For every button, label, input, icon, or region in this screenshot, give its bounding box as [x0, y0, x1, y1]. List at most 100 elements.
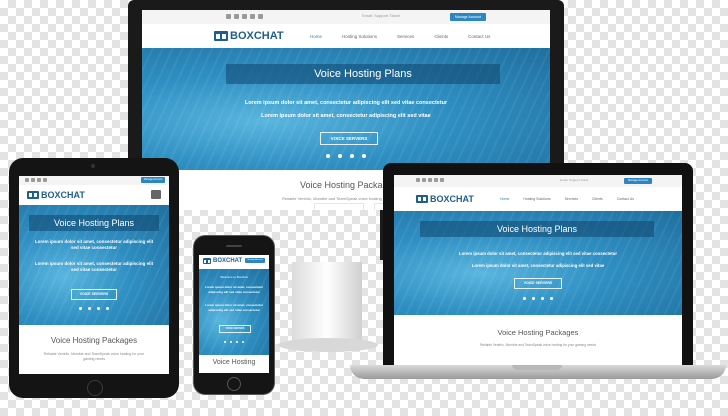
- google-plus-icon[interactable]: [422, 178, 426, 182]
- linkedin-icon[interactable]: [43, 178, 47, 182]
- phone-nav: BOXCHAT Manage Account: [199, 255, 269, 270]
- carousel-dot[interactable]: [97, 307, 100, 310]
- laptop-nav: BOXCHAT Home Hosting Solutions Services …: [394, 187, 682, 212]
- monitor-stand: [292, 262, 362, 342]
- nav-hosting-solutions[interactable]: Hosting Solutions: [342, 34, 377, 39]
- facebook-icon[interactable]: [416, 178, 420, 182]
- tablet: Manage Account BOXCHAT Voice Hosting Pla…: [9, 158, 179, 398]
- desktop-hero-line-2: Lorem ipsum dolor sit amet, consectetur …: [261, 113, 431, 119]
- laptop-voice-servers-button[interactable]: VOICE SERVERS: [514, 278, 562, 289]
- laptop-logo[interactable]: BOXCHAT: [416, 194, 474, 204]
- phone-home-button[interactable]: [227, 377, 241, 391]
- tablet-voice-servers-button[interactable]: VOICE SERVERS: [71, 289, 117, 300]
- tablet-menu-toggle-icon[interactable]: [151, 190, 161, 199]
- tablet-social-icons: [25, 178, 47, 182]
- desktop-package-card: [314, 203, 364, 210]
- carousel-dot[interactable]: [230, 341, 232, 343]
- phone-screen: BOXCHAT Manage Account Welcome to Boxcha…: [199, 255, 269, 373]
- carousel-dot[interactable]: [550, 297, 553, 300]
- laptop-support-text[interactable]: Email: Support Ticket: [560, 178, 588, 182]
- facebook-icon[interactable]: [226, 14, 231, 19]
- phone-hero: Welcome to Boxchat Lorem ipsum dolor sit…: [199, 269, 269, 355]
- carousel-dot[interactable]: [106, 307, 109, 310]
- tablet-home-button[interactable]: [87, 380, 103, 396]
- laptop-packages-subtitle: Reliable Ventrilo, Mumble and TeamSpeak …: [480, 343, 596, 347]
- carousel-dot[interactable]: [242, 341, 244, 343]
- tablet-hero-line-1: Lorem ipsum dolor sit amet, consectetur …: [34, 239, 154, 250]
- google-plus-icon[interactable]: [31, 178, 35, 182]
- laptop: Email: Support Ticket Manage Account BOX…: [383, 163, 693, 365]
- phone-voice-servers-button[interactable]: VOICE SERVERS: [219, 325, 251, 333]
- youtube-icon[interactable]: [258, 14, 263, 19]
- smartphone: BOXCHAT Manage Account Welcome to Boxcha…: [193, 235, 275, 395]
- desktop-menu: Home Hosting Solutions Services Clients …: [310, 34, 490, 39]
- tablet-nav: BOXCHAT: [19, 185, 169, 206]
- carousel-dot[interactable]: [326, 154, 330, 158]
- desktop-logo[interactable]: BOXCHAT: [214, 30, 284, 42]
- carousel-dot[interactable]: [541, 297, 544, 300]
- boxchat-logo-icon: [214, 31, 228, 41]
- tablet-screen: Manage Account BOXCHAT Voice Hosting Pla…: [19, 176, 169, 374]
- laptop-hero: Voice Hosting Plans Lorem ipsum dolor si…: [394, 211, 682, 315]
- carousel-dot[interactable]: [224, 341, 226, 343]
- tablet-camera: [91, 164, 95, 168]
- phone-hero-line-2: Lorem ipsum dolor sit amet, consectetur …: [205, 303, 264, 312]
- desktop-brand-name: BOXCHAT: [230, 30, 284, 42]
- youtube-icon[interactable]: [440, 178, 444, 182]
- twitter-icon[interactable]: [37, 178, 41, 182]
- nav-home[interactable]: Home: [310, 34, 322, 39]
- carousel-dot[interactable]: [532, 297, 535, 300]
- google-plus-icon[interactable]: [234, 14, 239, 19]
- linkedin-icon[interactable]: [250, 14, 255, 19]
- nav-contact-us[interactable]: Contact Us: [617, 197, 634, 201]
- nav-home[interactable]: Home: [500, 197, 509, 201]
- nav-clients[interactable]: Clients: [592, 197, 603, 201]
- laptop-screen: Email: Support Ticket Manage Account BOX…: [394, 175, 682, 365]
- desktop-voice-servers-button[interactable]: VOICE SERVERS: [320, 132, 378, 145]
- tablet-logo[interactable]: BOXCHAT: [27, 190, 85, 200]
- desktop-support-text[interactable]: Email: Support Ticket: [362, 13, 400, 18]
- phone-hero-line-1: Lorem ipsum dolor sit amet, consectetur …: [205, 285, 264, 294]
- laptop-social-icons: [416, 178, 444, 182]
- boxchat-logo-icon: [27, 191, 39, 199]
- phone-carousel-dots: [199, 341, 269, 343]
- twitter-icon[interactable]: [428, 178, 432, 182]
- nav-hosting-solutions[interactable]: Hosting Solutions: [523, 197, 550, 201]
- laptop-hero-line-1: Lorem ipsum dolor sit amet, consectetur …: [458, 251, 618, 256]
- carousel-dot[interactable]: [79, 307, 82, 310]
- carousel-dot[interactable]: [350, 154, 354, 158]
- tablet-carousel-dots: [19, 307, 169, 310]
- desktop-packages-title: Voice Hosting Packa: [300, 180, 383, 190]
- desktop-hero-title: Voice Hosting Plans: [226, 64, 500, 84]
- nav-services[interactable]: Services: [565, 197, 578, 201]
- desktop-topbar: Email: Support Ticket Manage Account: [142, 10, 550, 25]
- carousel-dot[interactable]: [338, 154, 342, 158]
- phone-logo[interactable]: BOXCHAT: [203, 258, 242, 264]
- carousel-dot[interactable]: [236, 341, 238, 343]
- carousel-dot[interactable]: [362, 154, 366, 158]
- laptop-hero-line-2: Lorem ipsum dolor sit amet, consectetur …: [471, 263, 605, 268]
- carousel-dot[interactable]: [523, 297, 526, 300]
- phone-welcome-text: Welcome to Boxchat: [220, 275, 248, 279]
- desktop-carousel-dots: [142, 154, 550, 158]
- tablet-hero-title: Voice Hosting Plans: [29, 215, 159, 231]
- phone-speaker: [226, 245, 242, 247]
- laptop-login-button[interactable]: Manage Account: [624, 178, 652, 184]
- laptop-carousel-dots: [394, 297, 682, 300]
- desktop-nav: BOXCHAT Home Hosting Solutions Services …: [142, 24, 550, 49]
- phone-section-title: Voice Hosting: [212, 359, 256, 366]
- twitter-icon[interactable]: [242, 14, 247, 19]
- boxchat-logo-icon: [416, 195, 428, 203]
- nav-contact-us[interactable]: Contact Us: [468, 34, 490, 39]
- desktop-login-button[interactable]: Manage Account: [450, 13, 486, 21]
- linkedin-icon[interactable]: [434, 178, 438, 182]
- phone-login-button[interactable]: Manage Account: [245, 258, 265, 263]
- tablet-login-button[interactable]: Manage Account: [141, 177, 165, 183]
- nav-clients[interactable]: Clients: [434, 34, 448, 39]
- carousel-dot[interactable]: [88, 307, 91, 310]
- desktop-packages-subtitle: Reliable Ventrilo, Mumble and TeamSpeak …: [282, 196, 382, 201]
- nav-services[interactable]: Services: [397, 34, 414, 39]
- tablet-packages-subtitle: Reliable Ventrilo, Mumble and TeamSpeak …: [43, 352, 145, 361]
- tablet-packages-title: Voice Hosting Packages: [50, 336, 138, 345]
- facebook-icon[interactable]: [25, 178, 29, 182]
